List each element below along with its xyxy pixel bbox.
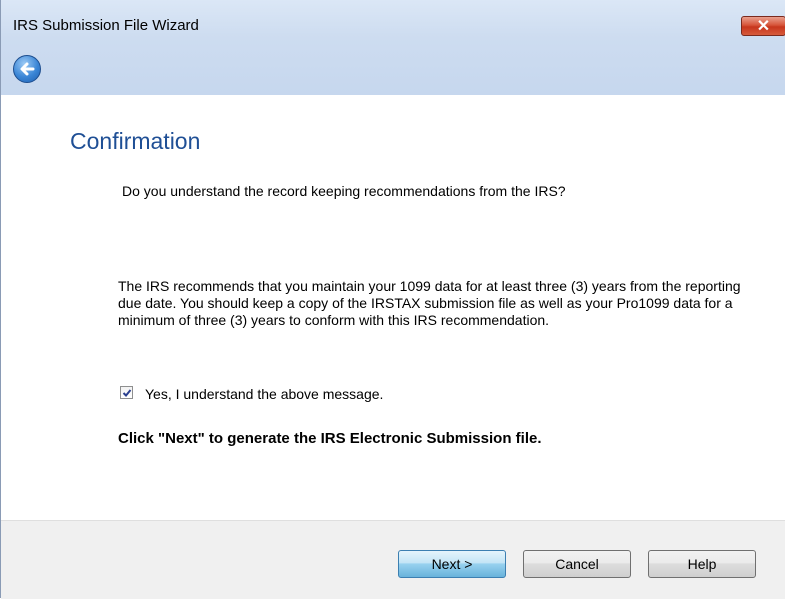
question-text: Do you understand the record keeping rec… (122, 183, 566, 199)
recommendation-paragraph: The IRS recommends that you maintain you… (118, 278, 741, 328)
next-button[interactable]: Next > (398, 550, 506, 578)
close-icon: ✕ (756, 18, 771, 35)
checkmark-icon (122, 389, 132, 397)
next-instruction: Click "Next" to generate the IRS Electro… (118, 430, 542, 447)
cancel-button[interactable]: Cancel (523, 550, 631, 578)
help-button[interactable]: Help (648, 550, 756, 578)
acknowledge-checkbox[interactable] (120, 386, 133, 399)
acknowledge-label[interactable]: Yes, I understand the above message. (145, 386, 383, 402)
page-title: Confirmation (70, 128, 201, 154)
back-button[interactable] (13, 55, 41, 83)
window-title: IRS Submission File Wizard (13, 17, 199, 34)
close-button[interactable]: ✕ (741, 16, 785, 36)
back-arrow-icon (20, 62, 35, 76)
wizard-window: IRS Submission File Wizard ✕ Confirmatio… (0, 0, 785, 599)
title-bar: IRS Submission File Wizard ✕ (1, 0, 785, 95)
